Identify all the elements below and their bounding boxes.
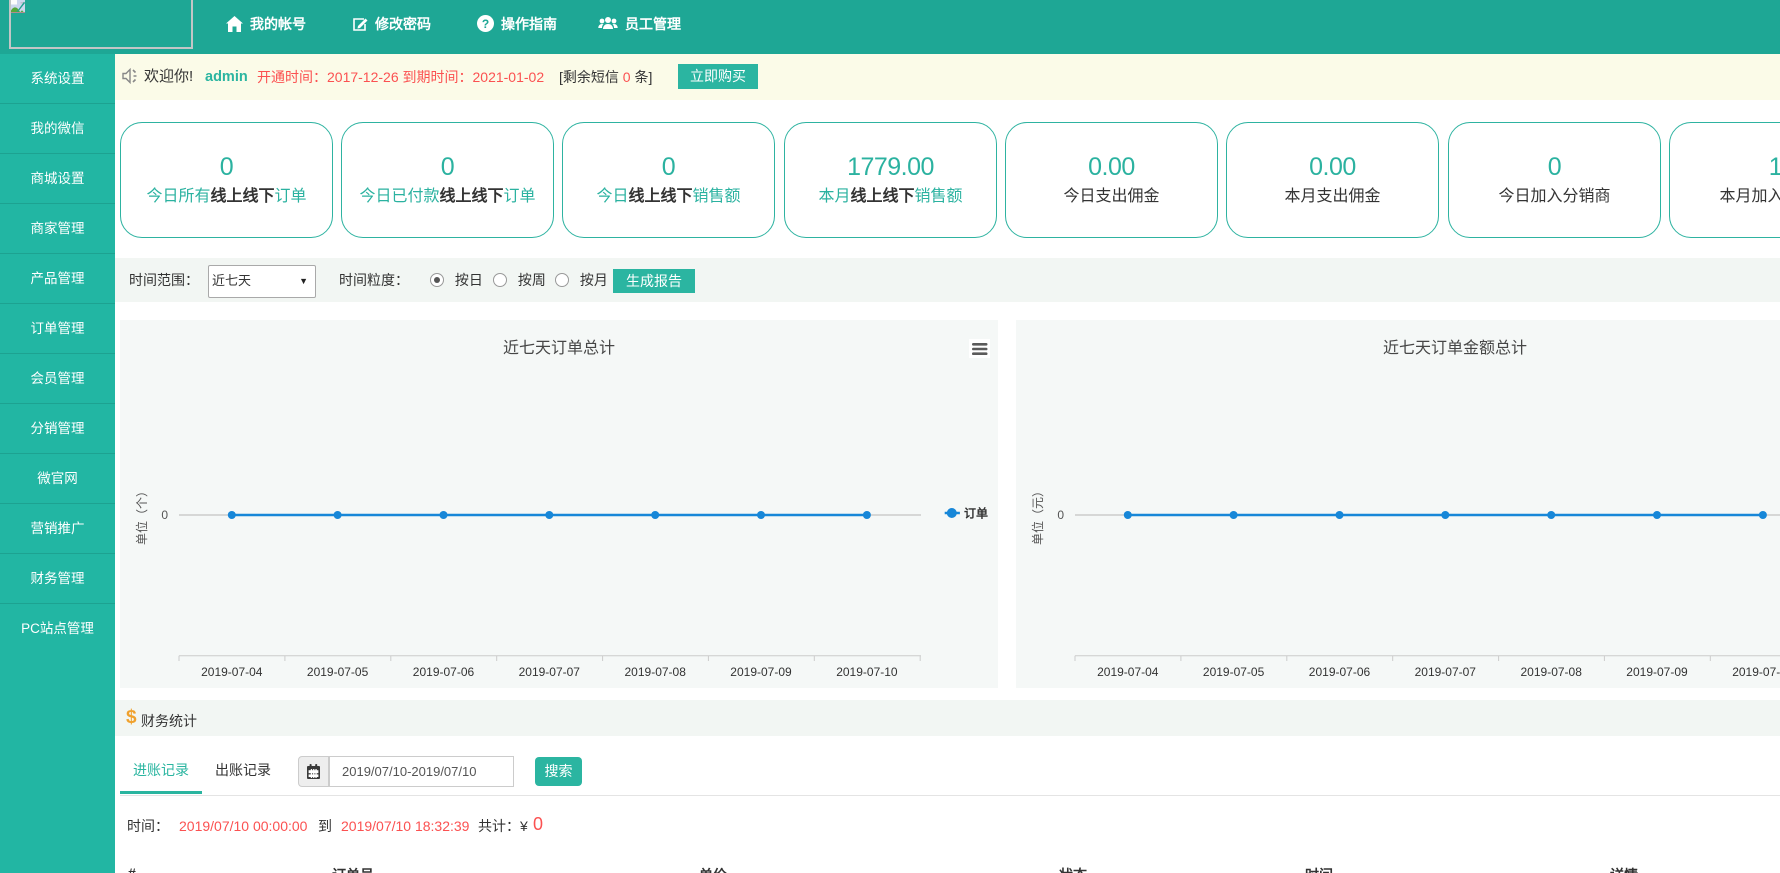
svg-text:近七天订单总计: 近七天订单总计 — [503, 339, 615, 357]
svg-text:0: 0 — [161, 508, 168, 522]
svg-text:2019-07-07: 2019-07-07 — [1415, 665, 1477, 679]
svg-text:2019-07-09: 2019-07-09 — [1626, 665, 1688, 679]
svg-text:2019-07-06: 2019-07-06 — [1309, 665, 1371, 679]
svg-text:?: ? — [482, 17, 489, 31]
svg-text:2019-07-10: 2019-07-10 — [1732, 665, 1780, 679]
svg-text:2019-07-04: 2019-07-04 — [1097, 665, 1159, 679]
svg-text:2019-07-10: 2019-07-10 — [836, 665, 898, 679]
svg-text:2019-07-06: 2019-07-06 — [413, 665, 475, 679]
svg-text:2019-07-07: 2019-07-07 — [519, 665, 581, 679]
svg-text:单位（个）: 单位（个） — [134, 485, 149, 545]
svg-text:2019-07-09: 2019-07-09 — [730, 665, 792, 679]
svg-text:2019-07-08: 2019-07-08 — [1521, 665, 1583, 679]
svg-text:单位（元）: 单位（元） — [1030, 485, 1045, 545]
svg-text:订单: 订单 — [964, 506, 988, 521]
svg-text:2019-07-05: 2019-07-05 — [307, 665, 369, 679]
svg-text:近七天订单金额总计: 近七天订单金额总计 — [1383, 339, 1527, 357]
svg-text:2019-07-05: 2019-07-05 — [1203, 665, 1265, 679]
svg-text:2019-07-08: 2019-07-08 — [625, 665, 687, 679]
svg-text:2019-07-04: 2019-07-04 — [201, 665, 263, 679]
svg-text:0: 0 — [1057, 508, 1064, 522]
